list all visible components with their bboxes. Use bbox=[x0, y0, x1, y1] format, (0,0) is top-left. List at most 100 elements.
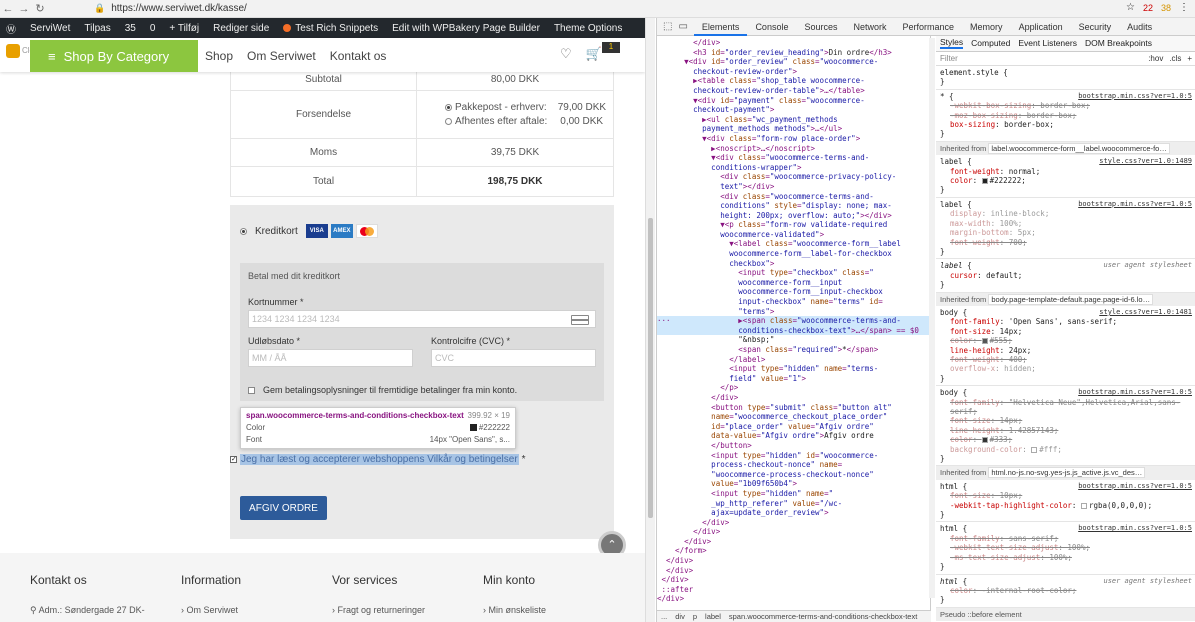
dom-node[interactable]: value="1b09f650b4"> bbox=[657, 479, 930, 489]
elements-scrollbar[interactable] bbox=[929, 38, 935, 598]
wordpress-icon[interactable]: Ⓦ bbox=[6, 21, 16, 36]
dom-node[interactable]: <input type="hidden" name=" bbox=[657, 489, 930, 499]
dom-node[interactable]: "woocommerce-process-checkout-nonce" bbox=[657, 470, 930, 480]
color-swatch-icon[interactable] bbox=[981, 338, 988, 345]
place-order-button[interactable]: AFGIV ORDRE bbox=[240, 496, 327, 520]
terms-text[interactable]: Jeg har læst og accepterer webshoppens V… bbox=[240, 454, 519, 465]
footer-link[interactable]: › Min ønskeliste bbox=[483, 605, 546, 615]
dom-node[interactable]: </div> bbox=[657, 518, 930, 528]
back-icon[interactable]: ← bbox=[0, 3, 16, 15]
dom-node[interactable]: </p> bbox=[657, 383, 930, 393]
dom-node[interactable]: ▶<table class="shop_table woocommerce- bbox=[657, 76, 930, 86]
address-bar[interactable]: 🔒 https://www.serviwet.dk/kasse/ bbox=[94, 3, 247, 14]
dom-node[interactable]: id="place_order" value="Afgiv ordre" bbox=[657, 422, 930, 432]
dom-node[interactable]: <span class="required">*</span> bbox=[657, 345, 930, 355]
reload-icon[interactable]: ↻ bbox=[32, 2, 48, 15]
dom-node[interactable]: text"></div> bbox=[657, 182, 930, 192]
logo-icon[interactable] bbox=[6, 44, 20, 58]
radio-icon[interactable] bbox=[445, 118, 452, 125]
dom-node[interactable]: name="woocommerce_checkout_place_order" bbox=[657, 412, 930, 422]
dom-node[interactable]: process-checkout-nonce" name= bbox=[657, 460, 930, 470]
tab-application[interactable]: Application bbox=[1011, 18, 1071, 36]
dom-node[interactable]: </div> bbox=[657, 537, 930, 547]
device-icon[interactable]: ▭ bbox=[678, 21, 687, 32]
menu-icon[interactable]: ⋮ bbox=[1179, 2, 1189, 13]
shop-by-category-button[interactable]: ≡ Shop By Category bbox=[30, 40, 198, 72]
dom-node[interactable]: </div> bbox=[657, 38, 930, 48]
tab-styles[interactable]: Styles bbox=[940, 37, 964, 50]
color-swatch-icon[interactable] bbox=[981, 178, 988, 185]
dom-node[interactable]: <div class="woocommerce-terms-and- bbox=[657, 192, 930, 202]
dom-node[interactable]: ▼<p class="form-row validate-required bbox=[657, 220, 930, 230]
dom-node[interactable]: woocommerce-validated"> bbox=[657, 230, 930, 240]
dom-node[interactable]: "&nbsp;" bbox=[657, 335, 930, 345]
dom-node[interactable]: checkout-payment"> bbox=[657, 105, 930, 115]
adminbar-add[interactable]: + Tilføj bbox=[169, 23, 199, 34]
adminbar-customize[interactable]: Tilpas bbox=[84, 23, 110, 34]
tab-sources[interactable]: Sources bbox=[796, 18, 845, 36]
tab-console[interactable]: Console bbox=[747, 18, 796, 36]
dom-node[interactable]: data-value="Afgiv ordre">Afgiv ordre bbox=[657, 431, 930, 441]
star-icon[interactable]: ☆ bbox=[1126, 2, 1135, 13]
dom-node[interactable]: <input type="hidden" id="woocommerce- bbox=[657, 451, 930, 461]
breadcrumb-item[interactable]: span.woocommerce-terms-and-conditions-ch… bbox=[729, 612, 917, 621]
shipping-option[interactable]: Pakkepost - erhverv: 79,00 DKK bbox=[445, 102, 613, 113]
dom-node[interactable]: </div> bbox=[657, 556, 930, 566]
dom-node[interactable]: ▶<ul class="wc_payment_methods bbox=[657, 115, 930, 125]
adminbar-site[interactable]: ServiWet bbox=[30, 23, 70, 34]
dom-node[interactable]: payment_methods methods">…</ul> bbox=[657, 124, 930, 134]
dom-node[interactable]: </label> bbox=[657, 355, 930, 365]
dom-node[interactable]: </div> bbox=[657, 594, 930, 604]
adminbar-wpbakery[interactable]: Edit with WPBakery Page Builder bbox=[392, 23, 540, 34]
dom-node[interactable]: ▶<noscript>…</noscript> bbox=[657, 144, 930, 154]
tab-elements[interactable]: Elements bbox=[693, 18, 748, 36]
dom-node[interactable]: _wp_http_referer" value="/wc- bbox=[657, 499, 930, 509]
selected-dom-node[interactable]: ··· ▶<span class="woocommerce-terms-and- bbox=[657, 316, 930, 326]
dom-node[interactable]: </div> bbox=[657, 575, 930, 585]
radio-selected-icon[interactable] bbox=[445, 104, 452, 111]
adminbar-comments[interactable]: 0 bbox=[150, 23, 156, 34]
inspect-icon[interactable]: ⬚ bbox=[663, 21, 672, 32]
card-number-input[interactable]: 1234 1234 1234 1234 bbox=[248, 310, 596, 328]
dom-node[interactable]: checkout-review-order-table">…</table> bbox=[657, 86, 930, 96]
wishlist-heart-icon[interactable]: ♡ bbox=[560, 46, 572, 62]
dom-node[interactable]: woocommerce-form__input-checkbox bbox=[657, 287, 930, 297]
menu-item-contact[interactable]: Kontakt os bbox=[330, 49, 387, 63]
save-card-row[interactable]: Gem betalingsoplysninger til fremtidige … bbox=[248, 385, 517, 395]
dom-node[interactable]: ▼<label class="woocommerce-form__label bbox=[657, 239, 930, 249]
breadcrumb-item[interactable]: div bbox=[675, 612, 685, 621]
hover-toggle[interactable]: :hov bbox=[1148, 54, 1163, 63]
tab-memory[interactable]: Memory bbox=[962, 18, 1011, 36]
shipping-option[interactable]: Afhentes efter aftale: 0,00 DKK bbox=[445, 116, 613, 127]
dom-node[interactable]: </div> bbox=[657, 527, 930, 537]
dom-node[interactable]: height: 200px; overflow: auto;"></div> bbox=[657, 211, 930, 221]
dom-node[interactable]: ▼<div class="form-row place-order"> bbox=[657, 134, 930, 144]
class-toggle[interactable]: .cls bbox=[1169, 54, 1181, 63]
color-swatch-icon[interactable] bbox=[981, 437, 988, 444]
save-card-checkbox[interactable] bbox=[248, 386, 255, 394]
dom-node[interactable]: ajax=update_order_review"> bbox=[657, 508, 930, 518]
terms-checkbox[interactable]: ✓ bbox=[230, 456, 237, 463]
add-rule-button[interactable]: + bbox=[1187, 54, 1192, 63]
tab-network[interactable]: Network bbox=[846, 18, 895, 36]
payment-method-creditcard[interactable]: Kreditkort VISA AMEX bbox=[240, 224, 378, 238]
selected-dom-node[interactable]: conditions-checkbox-text">…</span> == $0 bbox=[657, 325, 930, 336]
dom-node[interactable]: ▼<div id="order_review" class="woocommer… bbox=[657, 57, 930, 67]
dom-node[interactable]: conditions-wrapper"> bbox=[657, 163, 930, 173]
dom-node[interactable]: ▼<div class="woocommerce-terms-and- bbox=[657, 153, 930, 163]
dom-node[interactable]: conditions" style="display: none; max- bbox=[657, 201, 930, 211]
adminbar-snippets[interactable]: Test Rich Snippets bbox=[283, 23, 378, 34]
dom-node[interactable]: woocommerce-form__label-for-checkbox bbox=[657, 249, 930, 259]
dom-node[interactable]: <button type="submit" class="button alt" bbox=[657, 403, 930, 413]
dom-node[interactable]: <input type="hidden" name="terms- bbox=[657, 364, 930, 374]
dom-node[interactable]: </button> bbox=[657, 441, 930, 451]
tab-audits[interactable]: Audits bbox=[1119, 18, 1160, 36]
scrollbar-thumb[interactable] bbox=[648, 218, 653, 518]
footer-link[interactable]: › Fragt og returneringer bbox=[332, 605, 425, 615]
dom-node[interactable]: <h3 id="order_review_heading">Din ordre<… bbox=[657, 48, 930, 58]
dom-node[interactable]: ▼<div id="payment" class="woocommerce- bbox=[657, 96, 930, 106]
cart-icon[interactable]: 🛒 bbox=[586, 46, 602, 62]
dom-node[interactable]: woocommerce-form__input bbox=[657, 278, 930, 288]
tab-performance[interactable]: Performance bbox=[895, 18, 963, 36]
dom-node[interactable]: </form> bbox=[657, 546, 930, 556]
